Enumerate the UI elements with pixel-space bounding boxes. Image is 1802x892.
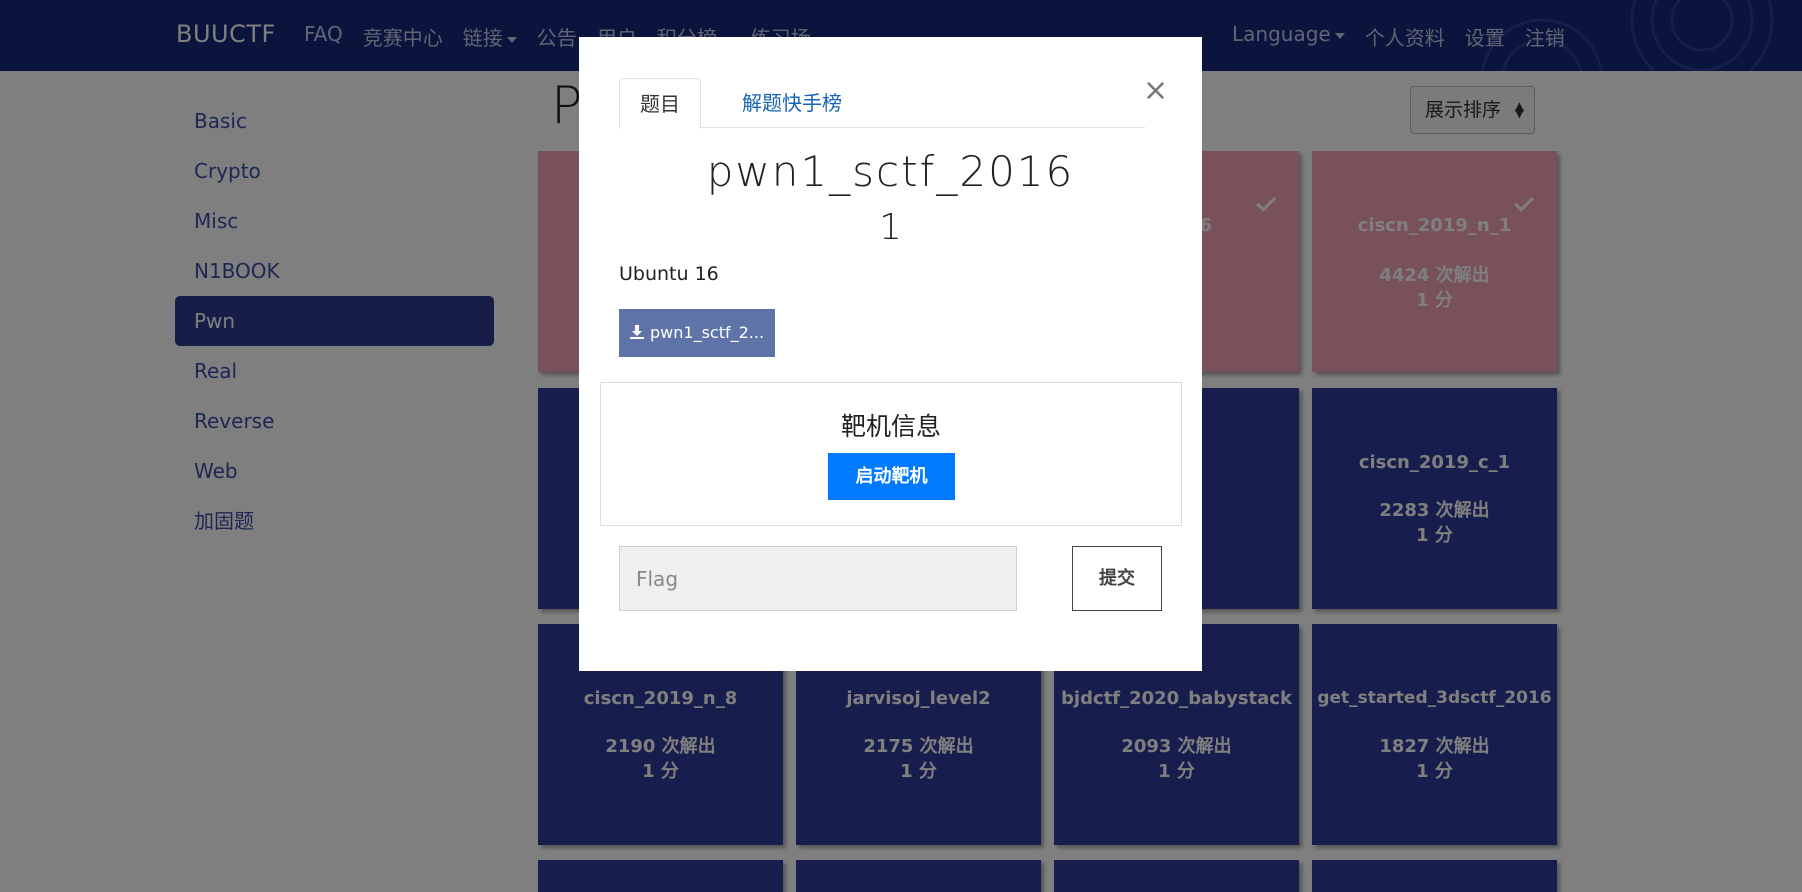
challenge-description: Ubuntu 16 [619, 263, 719, 285]
file-name: pwn1_sctf_2... [650, 323, 765, 342]
modal-tabs: 题目 解题快手榜 [619, 78, 1145, 129]
download-icon [630, 325, 644, 339]
flag-input[interactable] [619, 546, 1017, 611]
target-machine-title: 靶机信息 [840, 412, 941, 441]
challenge-modal: 题目 解题快手榜 × pwn1_sctf_2016 1 Ubuntu 16 pw… [579, 37, 1202, 671]
start-machine-button[interactable]: 启动靶机 [828, 453, 955, 500]
submit-button[interactable]: 提交 [1072, 546, 1162, 611]
close-button[interactable]: × [1143, 76, 1168, 106]
target-machine-panel: 靶机信息 启动靶机 [600, 382, 1182, 526]
challenge-value: 1 [879, 207, 902, 248]
tab-challenge[interactable]: 题目 [619, 78, 701, 129]
file-download-button[interactable]: pwn1_sctf_2... [619, 309, 775, 357]
tab-solves[interactable]: 解题快手榜 [722, 78, 862, 129]
challenge-title: pwn1_sctf_2016 [706, 147, 1075, 196]
